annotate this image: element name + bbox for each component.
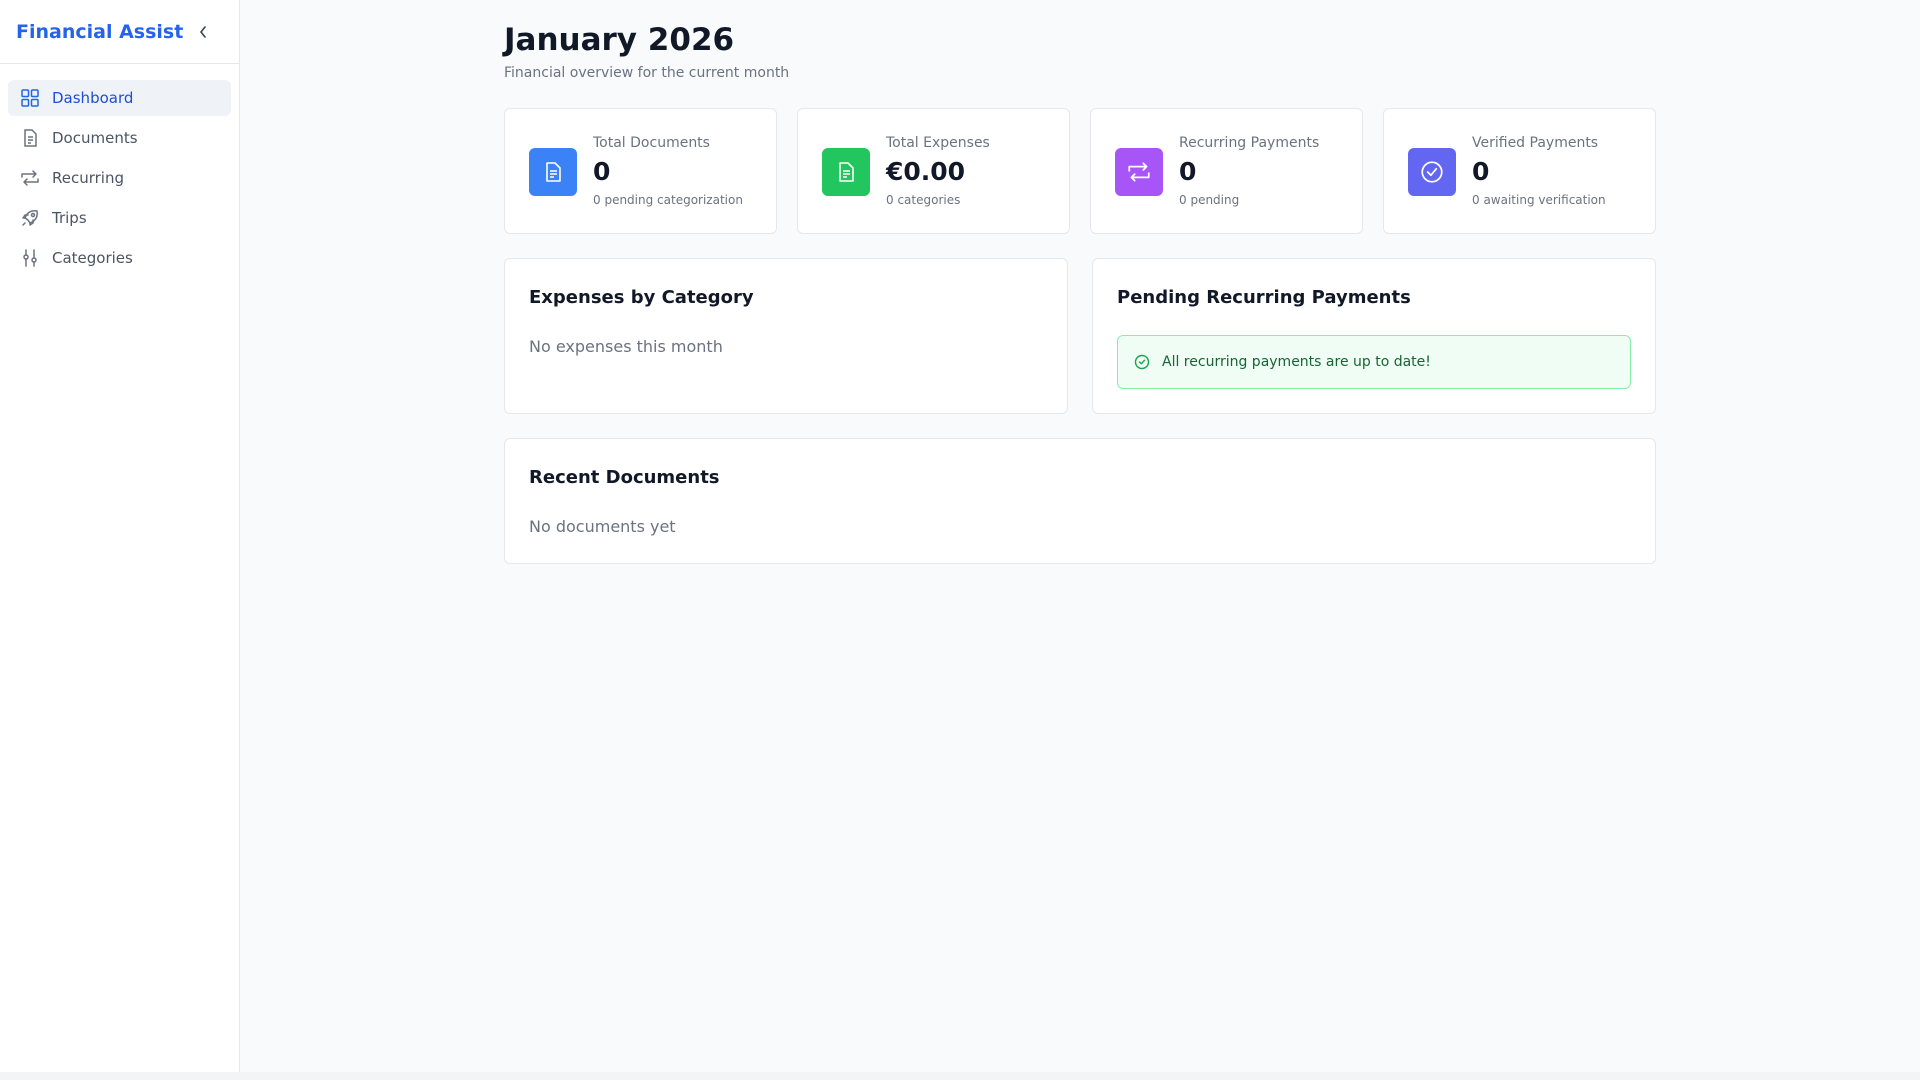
sidebar-item-trips[interactable]: Trips: [8, 200, 231, 236]
rocket-icon: [20, 208, 40, 228]
check-circle-icon: [1408, 148, 1456, 196]
success-alert-text: All recurring payments are up to date!: [1162, 354, 1431, 370]
app-title: Financial Assistant: [16, 20, 184, 43]
stat-label: Recurring Payments: [1179, 135, 1320, 151]
sidebar-nav: Dashboard Documents Recurring Trips Cate…: [0, 64, 239, 296]
sidebar-header: Financial Assistant: [0, 0, 239, 64]
bottom-strip: [0, 1072, 1920, 1080]
stat-label: Total Documents: [593, 135, 710, 151]
stat-label: Total Expenses: [886, 135, 990, 151]
panel-title: Recent Documents: [529, 467, 720, 488]
stat-card-total-documents: Total Documents 0 0 pending categorizati…: [504, 108, 777, 234]
sidebar-item-dashboard[interactable]: Dashboard: [8, 80, 231, 116]
document-icon: [20, 128, 40, 148]
collapse-sidebar-button[interactable]: [194, 22, 212, 42]
sidebar-item-label: Trips: [52, 209, 87, 227]
stat-card-recurring-payments: Recurring Payments 0 0 pending: [1090, 108, 1363, 234]
repeat-icon: [1115, 148, 1163, 196]
chevron-left-icon: [200, 26, 206, 38]
sidebar-item-label: Recurring: [52, 169, 124, 187]
page-title: January 2026: [504, 22, 735, 58]
empty-state-text: No expenses this month: [529, 337, 723, 356]
document-icon: [822, 148, 870, 196]
stat-value: 0: [1472, 157, 1490, 186]
sidebar-item-categories[interactable]: Categories: [8, 240, 231, 276]
repeat-icon: [20, 168, 40, 188]
check-circle-icon: [1134, 354, 1150, 370]
sidebar: Financial Assistant Dashboard Documents …: [0, 0, 240, 1072]
stat-value: 0: [1179, 157, 1197, 186]
document-icon: [529, 148, 577, 196]
expenses-by-category-panel: Expenses by Category No expenses this mo…: [504, 258, 1068, 414]
empty-state-text: No documents yet: [529, 517, 676, 536]
dashboard-grid-icon: [20, 88, 40, 108]
panel-title: Pending Recurring Payments: [1117, 287, 1411, 308]
stat-label: Verified Payments: [1472, 135, 1599, 151]
sidebar-item-label: Categories: [52, 249, 133, 267]
stat-subtext: 0 awaiting verification: [1472, 193, 1606, 207]
stat-card-total-expenses: Total Expenses €0.00 0 categories: [797, 108, 1070, 234]
stat-subtext: 0 categories: [886, 193, 961, 207]
sidebar-item-label: Dashboard: [52, 89, 134, 107]
pending-recurring-payments-panel: Pending Recurring Payments All recurring…: [1092, 258, 1656, 414]
sidebar-item-documents[interactable]: Documents: [8, 120, 231, 156]
stat-value: 0: [593, 157, 611, 186]
sliders-icon: [20, 248, 40, 268]
page-subtitle: Financial overview for the current month: [504, 65, 790, 81]
success-alert: All recurring payments are up to date!: [1117, 335, 1631, 389]
sidebar-item-recurring[interactable]: Recurring: [8, 160, 231, 196]
stat-subtext: 0 pending: [1179, 193, 1240, 207]
stat-card-verified-payments: Verified Payments 0 0 awaiting verificat…: [1383, 108, 1656, 234]
sidebar-item-label: Documents: [52, 129, 138, 147]
stat-value: €0.00: [886, 157, 966, 186]
recent-documents-panel: Recent Documents No documents yet: [504, 438, 1656, 564]
panel-title: Expenses by Category: [529, 287, 754, 308]
stat-subtext: 0 pending categorization: [593, 193, 743, 207]
